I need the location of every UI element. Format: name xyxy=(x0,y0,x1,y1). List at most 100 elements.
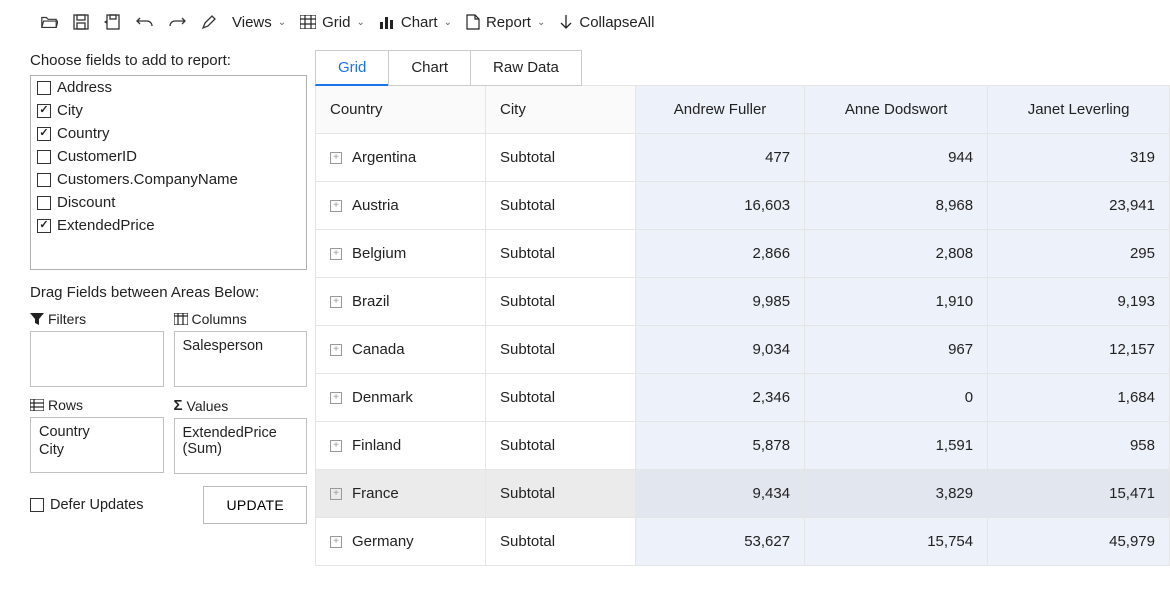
grid-dropdown[interactable]: Grid⌄ xyxy=(300,14,365,31)
table-row[interactable]: Belgium Subtotal 2,866 2,808 295 xyxy=(316,230,1170,278)
open-icon[interactable] xyxy=(40,13,58,31)
cell-value: 2,866 xyxy=(636,230,805,278)
expand-icon[interactable] xyxy=(330,152,342,164)
col-anne-dodswort[interactable]: Anne Dodswort xyxy=(805,86,988,134)
cell-value: 1,591 xyxy=(805,422,988,470)
rows-header: Rows xyxy=(30,397,164,413)
tab-grid[interactable]: Grid xyxy=(315,50,389,86)
table-row[interactable]: Austria Subtotal 16,603 8,968 23,941 xyxy=(316,182,1170,230)
checkbox-icon xyxy=(37,104,51,118)
expand-icon[interactable] xyxy=(330,344,342,356)
field-item[interactable]: CustomerID xyxy=(31,145,306,168)
cell-city: Subtotal xyxy=(486,374,636,422)
expand-icon[interactable] xyxy=(330,536,342,548)
area-item[interactable]: ExtendedPrice (Sum) xyxy=(183,425,299,457)
saveas-icon[interactable] xyxy=(104,13,122,31)
cell-value: 9,434 xyxy=(636,470,805,518)
field-item[interactable]: ExtendedPrice xyxy=(31,214,306,237)
cell-value: 319 xyxy=(988,134,1170,182)
col-country[interactable]: Country xyxy=(316,86,486,134)
table-row[interactable]: Canada Subtotal 9,034 967 12,157 xyxy=(316,326,1170,374)
collapseall-button[interactable]: CollapseAll xyxy=(559,14,654,31)
chevron-down-icon: ⌄ xyxy=(356,17,364,28)
content-area: Grid Chart Raw Data Country City Andrew … xyxy=(315,44,1170,566)
rename-icon[interactable] xyxy=(200,13,218,31)
cell-country: Canada xyxy=(316,326,486,374)
expand-icon[interactable] xyxy=(330,488,342,500)
columns-area[interactable]: Salesperson xyxy=(174,331,308,387)
field-item[interactable]: Address xyxy=(31,76,306,99)
tab-chart[interactable]: Chart xyxy=(388,50,471,86)
cell-value: 967 xyxy=(805,326,988,374)
cell-value: 12,157 xyxy=(988,326,1170,374)
toolbar: Views⌄ Grid⌄ Chart⌄ Report⌄ CollapseAll xyxy=(0,0,1170,44)
table-row[interactable]: Denmark Subtotal 2,346 0 1,684 xyxy=(316,374,1170,422)
col-andrew-fuller[interactable]: Andrew Fuller xyxy=(636,86,805,134)
table-row[interactable]: Finland Subtotal 5,878 1,591 958 xyxy=(316,422,1170,470)
cell-value: 944 xyxy=(805,134,988,182)
table-row[interactable]: Germany Subtotal 53,627 15,754 45,979 xyxy=(316,518,1170,566)
col-city[interactable]: City xyxy=(486,86,636,134)
cell-city: Subtotal xyxy=(486,278,636,326)
area-item[interactable]: Country xyxy=(39,424,155,440)
field-item[interactable]: Country xyxy=(31,122,306,145)
rows-area[interactable]: Country City xyxy=(30,417,164,473)
cell-value: 9,193 xyxy=(988,278,1170,326)
chevron-down-icon: ⌄ xyxy=(278,17,286,28)
areas-title: Drag Fields between Areas Below: xyxy=(30,284,307,301)
pivot-grid: Country City Andrew Fuller Anne Dodswort… xyxy=(315,85,1170,566)
field-item[interactable]: Customers.CompanyName xyxy=(31,168,306,191)
cell-city: Subtotal xyxy=(486,326,636,374)
chart-dropdown[interactable]: Chart⌄ xyxy=(379,14,452,31)
cell-country: Brazil xyxy=(316,278,486,326)
checkbox-icon xyxy=(37,219,51,233)
defer-updates-checkbox[interactable]: Defer Updates xyxy=(30,497,144,513)
report-dropdown[interactable]: Report⌄ xyxy=(466,14,545,31)
area-item[interactable]: City xyxy=(39,442,155,458)
checkbox-icon xyxy=(37,81,51,95)
chevron-down-icon: ⌄ xyxy=(444,17,452,28)
redo-icon[interactable] xyxy=(168,13,186,31)
update-button[interactable]: UPDATE xyxy=(203,486,307,524)
cell-value: 1,684 xyxy=(988,374,1170,422)
cell-value: 3,829 xyxy=(805,470,988,518)
columns-label: Columns xyxy=(192,311,247,327)
rows-label: Rows xyxy=(48,397,83,413)
cell-city: Subtotal xyxy=(486,470,636,518)
cell-value: 1,910 xyxy=(805,278,988,326)
checkbox-icon xyxy=(37,196,51,210)
field-name: Discount xyxy=(57,194,115,211)
tab-rawdata[interactable]: Raw Data xyxy=(470,50,582,86)
field-panel: Choose fields to add to report: AddressC… xyxy=(0,44,315,566)
field-name: Country xyxy=(57,125,110,142)
undo-icon[interactable] xyxy=(136,13,154,31)
expand-icon[interactable] xyxy=(330,392,342,404)
field-name: ExtendedPrice xyxy=(57,217,155,234)
field-list[interactable]: Address City Country CustomerID Customers.Co… xyxy=(30,75,307,270)
table-row[interactable]: Argentina Subtotal 477 944 319 xyxy=(316,134,1170,182)
filters-area[interactable] xyxy=(30,331,164,387)
col-janet-leverling[interactable]: Janet Leverling xyxy=(988,86,1170,134)
cell-city: Subtotal xyxy=(486,134,636,182)
expand-icon[interactable] xyxy=(330,440,342,452)
field-name: Customers.CompanyName xyxy=(57,171,238,188)
cell-value: 295 xyxy=(988,230,1170,278)
expand-icon[interactable] xyxy=(330,296,342,308)
field-item[interactable]: Discount xyxy=(31,191,306,214)
area-item[interactable]: Salesperson xyxy=(183,338,299,354)
expand-icon[interactable] xyxy=(330,200,342,212)
checkbox-icon xyxy=(37,127,51,141)
table-row[interactable]: France Subtotal 9,434 3,829 15,471 xyxy=(316,470,1170,518)
filter-icon xyxy=(30,313,44,325)
defer-label: Defer Updates xyxy=(50,497,144,513)
expand-icon[interactable] xyxy=(330,248,342,260)
cell-value: 2,346 xyxy=(636,374,805,422)
field-item[interactable]: City xyxy=(31,99,306,122)
cell-country: Argentina xyxy=(316,134,486,182)
sigma-icon: Σ xyxy=(174,397,183,414)
views-dropdown[interactable]: Views⌄ xyxy=(232,14,286,31)
table-row[interactable]: Brazil Subtotal 9,985 1,910 9,193 xyxy=(316,278,1170,326)
save-icon[interactable] xyxy=(72,13,90,31)
values-area[interactable]: ExtendedPrice (Sum) xyxy=(174,418,308,474)
field-name: City xyxy=(57,102,83,119)
